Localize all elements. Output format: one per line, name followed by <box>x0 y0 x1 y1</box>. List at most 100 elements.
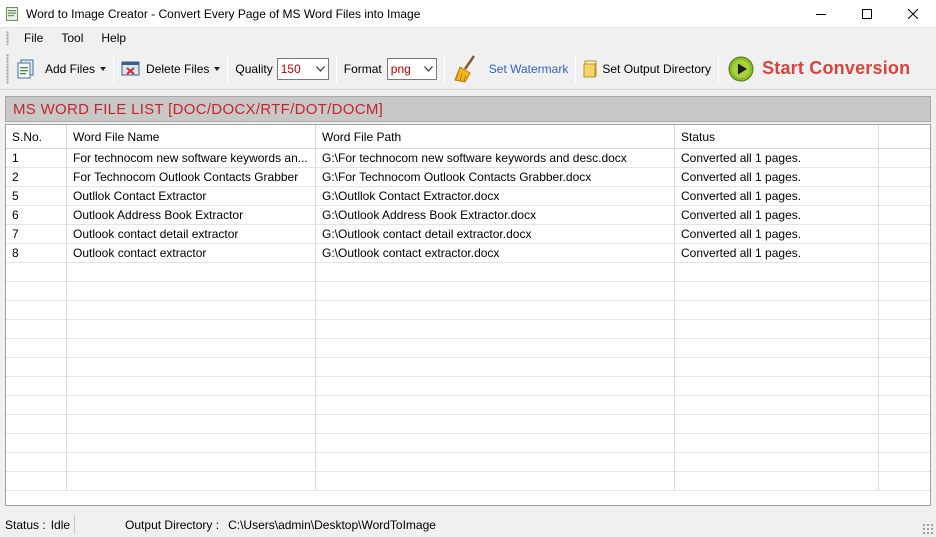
close-icon <box>908 9 918 19</box>
add-files-button[interactable]: Add Files <box>13 54 110 84</box>
cell-status: Converted all 1 pages. <box>675 244 879 262</box>
empty-table-row <box>6 434 930 453</box>
empty-cell <box>879 472 930 490</box>
table-row[interactable]: 6 Outlook Address Book Extractor G:\Outl… <box>6 206 930 225</box>
delete-files-button[interactable]: Delete Files <box>117 54 224 84</box>
empty-cell <box>879 453 930 471</box>
column-header-file-name[interactable]: Word File Name <box>67 125 316 148</box>
close-button[interactable] <box>890 0 936 28</box>
format-select[interactable]: png <box>386 57 437 80</box>
cell-filler <box>879 168 930 186</box>
add-files-icon <box>17 59 34 78</box>
cell-file-path: G:\For technocom new software keywords a… <box>316 149 675 167</box>
empty-cell <box>6 339 67 357</box>
cell-filler <box>879 244 930 262</box>
delete-files-dropdown-icon <box>214 66 221 71</box>
column-header-file-path[interactable]: Word File Path <box>316 125 675 148</box>
menu-bar: File Tool Help <box>0 28 936 48</box>
title-bar: Word to Image Creator - Convert Every Pa… <box>0 0 936 28</box>
minimize-button[interactable] <box>798 0 844 28</box>
empty-cell <box>316 301 675 319</box>
empty-cell <box>675 358 879 376</box>
delete-files-icon <box>121 61 140 75</box>
empty-cell <box>316 377 675 395</box>
status-label: Status : <box>5 517 46 532</box>
empty-cell <box>316 263 675 281</box>
empty-cell <box>316 282 675 300</box>
cell-file-path: G:\For Technocom Outlook Contacts Grabbe… <box>316 168 675 186</box>
cell-file-name: Outlook Address Book Extractor <box>67 206 316 224</box>
table-row[interactable]: 7 Outlook contact detail extractor G:\Ou… <box>6 225 930 244</box>
menubar-grip <box>6 31 9 45</box>
table-row[interactable]: 8 Outlook contact extractor G:\Outlook c… <box>6 244 930 263</box>
menu-help[interactable]: Help <box>92 28 135 48</box>
cell-sno: 5 <box>6 187 67 205</box>
empty-cell <box>6 263 67 281</box>
empty-cell <box>879 358 930 376</box>
empty-cell <box>67 263 316 281</box>
empty-rows <box>6 263 930 491</box>
empty-cell <box>6 472 67 490</box>
set-watermark-label: Set Watermark <box>488 61 569 76</box>
quality-value: 150 <box>280 61 301 76</box>
empty-cell <box>879 320 930 338</box>
cell-file-path: G:\Outlook Address Book Extractor.docx <box>316 206 675 224</box>
maximize-button[interactable] <box>844 0 890 28</box>
cell-file-path: G:\Outlook contact detail extractor.docx <box>316 225 675 243</box>
empty-cell <box>316 396 675 414</box>
empty-cell <box>67 301 316 319</box>
menu-tool[interactable]: Tool <box>52 28 92 48</box>
toolbar-separator <box>718 53 720 84</box>
empty-cell <box>879 301 930 319</box>
empty-cell <box>67 453 316 471</box>
status-separator <box>74 515 76 534</box>
empty-table-row <box>6 282 930 301</box>
table-row[interactable]: 2 For Technocom Outlook Contacts Grabber… <box>6 168 930 187</box>
resize-grip-icon[interactable] <box>922 523 934 535</box>
cell-file-path: G:\Outlook contact extractor.docx <box>316 244 675 262</box>
format-value: png <box>390 61 411 76</box>
delete-files-label: Delete Files <box>146 61 210 76</box>
empty-cell <box>316 472 675 490</box>
empty-table-row <box>6 339 930 358</box>
cell-status: Converted all 1 pages. <box>675 225 879 243</box>
file-list-header: MS WORD FILE LIST [DOC/DOCX/RTF/DOT/DOCM… <box>5 96 931 122</box>
folder-icon <box>583 60 597 77</box>
start-conversion-button[interactable]: Start Conversion <box>722 54 914 84</box>
table-row[interactable]: 1 For technocom new software keywords an… <box>6 149 930 168</box>
empty-cell <box>675 320 879 338</box>
empty-cell <box>6 282 67 300</box>
column-header-status[interactable]: Status <box>675 125 879 148</box>
cell-filler <box>879 187 930 205</box>
cell-file-name: For technocom new software keywords an..… <box>67 149 316 167</box>
empty-cell <box>6 415 67 433</box>
set-watermark-button[interactable]: Set Watermark <box>448 54 573 84</box>
quality-select[interactable]: 150 <box>276 57 329 80</box>
format-group: Format png <box>340 54 441 84</box>
empty-cell <box>675 434 879 452</box>
empty-table-row <box>6 377 930 396</box>
cell-status: Converted all 1 pages. <box>675 206 879 224</box>
status-bar: Status : Idle Output Directory : C:\User… <box>0 512 936 537</box>
play-icon <box>728 56 754 81</box>
empty-table-row <box>6 320 930 339</box>
cell-sno: 8 <box>6 244 67 262</box>
window-controls <box>798 0 936 28</box>
cell-file-name: Outllok Contact Extractor <box>67 187 316 205</box>
toolbar-separator <box>113 53 115 84</box>
set-output-directory-button[interactable]: Set Output Directory <box>579 54 715 84</box>
empty-cell <box>67 472 316 490</box>
empty-table-row <box>6 472 930 491</box>
cell-file-name: Outlook contact extractor <box>67 244 316 262</box>
empty-cell <box>6 453 67 471</box>
cell-sno: 6 <box>6 206 67 224</box>
empty-cell <box>67 396 316 414</box>
empty-cell <box>316 434 675 452</box>
table-row[interactable]: 5 Outllok Contact Extractor G:\Outllok C… <box>6 187 930 206</box>
empty-cell <box>879 396 930 414</box>
file-list-table[interactable]: S.No. Word File Name Word File Path Stat… <box>5 124 931 506</box>
column-header-sno[interactable]: S.No. <box>6 125 67 148</box>
chevron-down-icon <box>423 65 433 72</box>
menu-file[interactable]: File <box>15 28 52 48</box>
empty-cell <box>879 415 930 433</box>
